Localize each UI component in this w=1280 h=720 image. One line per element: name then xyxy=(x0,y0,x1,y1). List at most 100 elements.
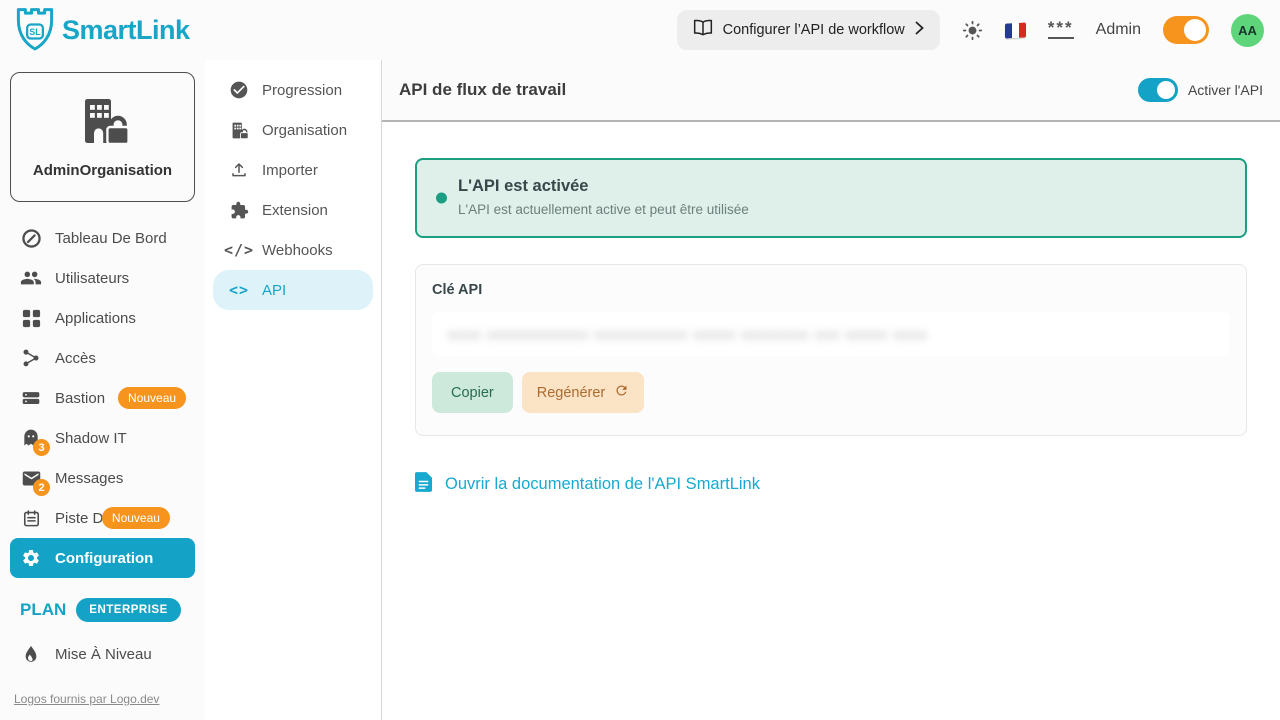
sidebar-item-shadow-it[interactable]: 3 Shadow IT xyxy=(0,418,205,458)
subnav-item-label: Organisation xyxy=(262,122,347,139)
subnav-item-progression[interactable]: Progression xyxy=(205,70,381,110)
subnav-item-extension[interactable]: Extension xyxy=(205,190,381,230)
code-brackets-icon: <> xyxy=(229,280,249,300)
document-icon xyxy=(415,472,432,497)
avatar[interactable]: AA xyxy=(1231,14,1264,47)
subnav-item-label: Importer xyxy=(262,162,318,179)
brand-logo[interactable]: SL SmartLink xyxy=(14,5,190,56)
chevron-right-icon xyxy=(915,21,924,39)
subnav-item-label: Extension xyxy=(262,202,328,219)
app-root: SL SmartLink Configurer l’API de workflo… xyxy=(0,0,1280,720)
copy-button[interactable]: Copier xyxy=(432,372,513,413)
api-doc-link-label: Ouvrir la documentation de l'API SmartLi… xyxy=(445,475,760,494)
nouveau-badge: Nouveau xyxy=(102,507,170,529)
sidebar: AdminOrganisation Tableau De Bord Utili xyxy=(0,60,205,720)
plan-row: PLAN ENTERPRISE xyxy=(0,598,205,622)
language-flag-icon[interactable] xyxy=(1005,23,1026,38)
upgrade-label: Mise À Niveau xyxy=(55,646,152,663)
check-circle-icon xyxy=(229,80,249,100)
sidebar-item-applications[interactable]: Applications xyxy=(0,298,205,338)
regenerate-label: Regénérer xyxy=(537,385,606,401)
sidebar-item-label: Messages xyxy=(55,470,123,487)
subnav-item-api[interactable]: <> API xyxy=(213,270,373,310)
users-icon xyxy=(20,267,42,289)
toggle-knob xyxy=(1157,81,1175,99)
logos-provider-link[interactable]: Logos fournis par Logo.dev xyxy=(14,692,159,706)
messages-count-badge: 2 xyxy=(33,479,50,496)
sidebar-item-bastion[interactable]: Bastion Nouveau xyxy=(0,378,205,418)
activate-api-toggle[interactable] xyxy=(1138,78,1178,102)
shield-logo-initials: SL xyxy=(29,27,41,37)
plan-label: PLAN xyxy=(20,600,66,620)
admin-label: Admin xyxy=(1096,21,1141,39)
sidebar-item-label: Tableau De Bord xyxy=(55,230,167,247)
api-key-field[interactable]: xxxx xxxxxxxxxxxx xxxxxxxxxxx xxxxx xxxx… xyxy=(432,312,1230,356)
grid-icon xyxy=(20,307,42,329)
main-content: L'API est activée L'API est actuellement… xyxy=(382,122,1280,533)
admin-mode-toggle[interactable] xyxy=(1163,16,1209,44)
api-key-actions: Copier Regénérer xyxy=(432,372,1230,413)
gear-icon xyxy=(20,547,42,569)
organisation-card[interactable]: AdminOrganisation xyxy=(10,72,195,202)
sidebar-item-users[interactable]: Utilisateurs xyxy=(0,258,205,298)
subnav-item-webhooks[interactable]: </> Webhooks xyxy=(205,230,381,270)
main-header: API de flux de travail Activer l'API xyxy=(382,60,1280,122)
body-row: AdminOrganisation Tableau De Bord Utili xyxy=(0,60,1280,720)
activate-api-label: Activer l'API xyxy=(1188,82,1263,98)
subnav-item-label: API xyxy=(262,282,286,299)
sidebar-item-label: Shadow IT xyxy=(55,430,127,447)
subnav-item-import[interactable]: Importer xyxy=(205,150,381,190)
toggle-knob xyxy=(1184,19,1206,41)
configure-workflow-api-label: Configurer l’API de workflow xyxy=(723,22,905,38)
sidebar-item-label: Applications xyxy=(55,310,136,327)
building-lock-icon xyxy=(75,95,131,152)
api-key-masked-value: xxxx xxxxxxxxxxxx xxxxxxxxxxx xxxxx xxxx… xyxy=(448,326,928,342)
sidebar-item-access[interactable]: Accès xyxy=(0,338,205,378)
top-bar-actions: Configurer l’API de workflow *** Admin xyxy=(677,10,1264,50)
api-key-card: Clé API xxxx xxxxxxxxxxxx xxxxxxxxxxx xx… xyxy=(415,264,1247,436)
plan-enterprise-badge[interactable]: ENTERPRISE xyxy=(76,598,181,622)
banner-subtitle: L'API est actuellement active et peut êt… xyxy=(458,202,1225,217)
calendar-icon xyxy=(20,507,42,529)
sidebar-nav: Tableau De Bord Utilisateurs Application… xyxy=(0,218,205,578)
code-slash-icon: </> xyxy=(229,240,249,260)
share-icon xyxy=(20,347,42,369)
envelope-icon: 2 xyxy=(20,467,42,489)
upload-icon xyxy=(229,160,249,180)
status-dot-icon xyxy=(436,193,447,204)
masked-password-icon[interactable]: *** xyxy=(1048,21,1074,39)
book-icon xyxy=(693,19,713,41)
organisation-name: AdminOrganisation xyxy=(33,162,172,179)
sidebar-item-audit-trail[interactable]: Piste D'au Nouveau xyxy=(0,498,205,538)
sidebar-item-upgrade[interactable]: Mise À Niveau xyxy=(0,634,205,674)
puzzle-icon xyxy=(229,200,249,220)
sidebar-item-label: Bastion xyxy=(55,390,105,407)
shield-logo-icon: SL xyxy=(14,5,56,56)
flame-icon xyxy=(20,643,42,665)
theme-sun-icon[interactable] xyxy=(962,20,983,41)
api-enabled-banner: L'API est activée L'API est actuellement… xyxy=(415,158,1247,238)
brand-name: SmartLink xyxy=(62,15,190,46)
refresh-icon xyxy=(614,383,629,402)
subnav-item-label: Webhooks xyxy=(262,242,333,259)
main-panel: API de flux de travail Activer l'API L'A… xyxy=(382,60,1280,720)
sidebar-item-dashboard[interactable]: Tableau De Bord xyxy=(0,218,205,258)
sidebar-item-configuration[interactable]: Configuration xyxy=(10,538,195,578)
api-doc-link[interactable]: Ouvrir la documentation de l'API SmartLi… xyxy=(415,472,1247,497)
nouveau-badge: Nouveau xyxy=(118,387,186,409)
configure-workflow-api-button[interactable]: Configurer l’API de workflow xyxy=(677,10,940,50)
sidebar-item-label: Configuration xyxy=(55,550,153,567)
server-icon xyxy=(20,387,42,409)
gauge-icon xyxy=(20,227,42,249)
sidebar-item-label: Accès xyxy=(55,350,96,367)
subnav-item-organisation[interactable]: Organisation xyxy=(205,110,381,150)
ghost-icon: 3 xyxy=(20,427,42,449)
top-bar: SL SmartLink Configurer l’API de workflo… xyxy=(0,0,1280,60)
sidebar-item-messages[interactable]: 2 Messages xyxy=(0,458,205,498)
api-key-label: Clé API xyxy=(432,282,1230,298)
sidebar-item-label: Utilisateurs xyxy=(55,270,129,287)
building-lock-small-icon xyxy=(229,120,249,140)
shadow-it-count-badge: 3 xyxy=(33,439,50,456)
banner-title: L'API est activée xyxy=(458,177,1225,196)
regenerate-button[interactable]: Regénérer xyxy=(522,372,645,413)
